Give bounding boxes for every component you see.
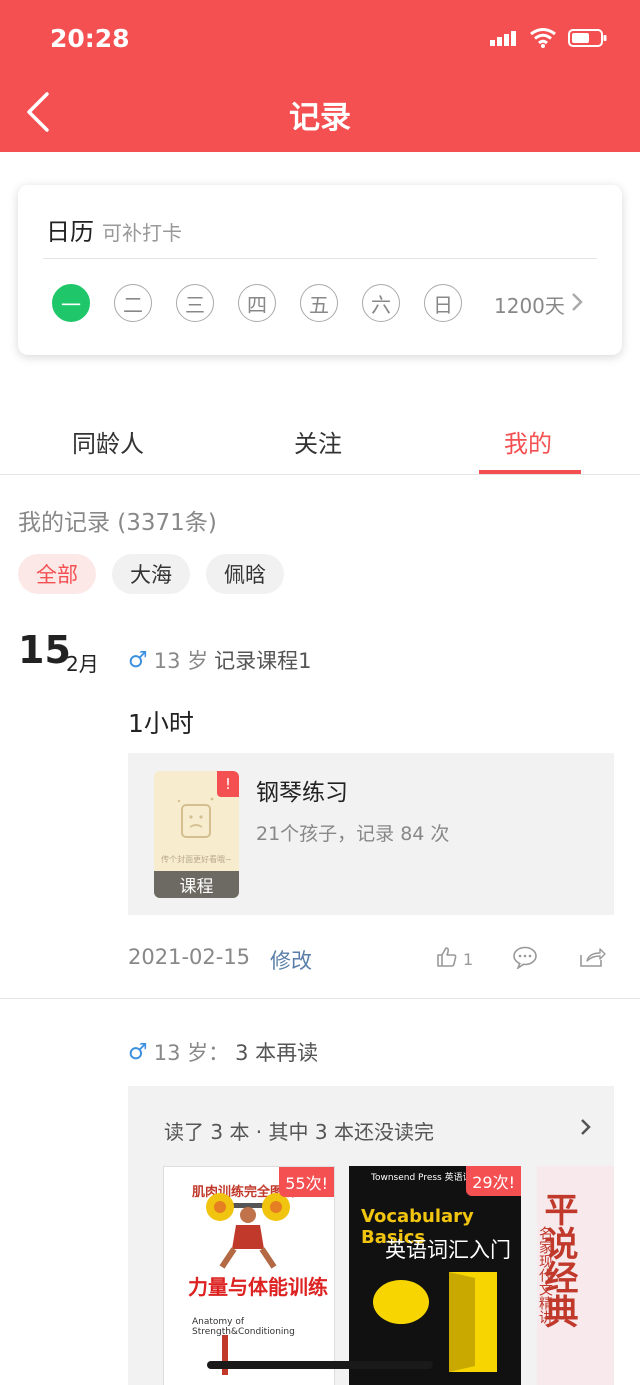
filter-dahai[interactable]: 大海 xyxy=(112,554,190,594)
record2-meta: ♂ 13 岁： 3 本再读 xyxy=(128,1037,318,1067)
course-stats: 21个孩子，记录 84 次 xyxy=(256,823,450,845)
streak-link[interactable]: 1200天 xyxy=(494,290,583,319)
day-sun[interactable]: 日 xyxy=(424,284,462,322)
record-age: 13 岁 xyxy=(153,649,209,673)
app-header: 20:28 记录 xyxy=(0,0,640,152)
book1-title: 力量与体能训练 xyxy=(188,1275,328,1299)
cover-alert-badge: ! xyxy=(217,771,239,797)
male-icon: ♂ xyxy=(128,1039,148,1065)
calendar-divider xyxy=(43,258,597,259)
record-day: 15 xyxy=(18,628,71,672)
day-sat[interactable]: 六 xyxy=(362,284,400,322)
tab-following[interactable]: 关注 xyxy=(294,424,342,459)
record-duration: 1小时 xyxy=(128,709,194,738)
male-icon: ♂ xyxy=(128,647,148,673)
course-card[interactable]: ! 传个封面更好看哦~ 课程 钢琴练习 21个孩子，记录 84 次 xyxy=(128,753,614,915)
status-time: 20:28 xyxy=(50,24,130,53)
status-icons xyxy=(490,28,608,52)
day-wed[interactable]: 三 xyxy=(176,284,214,322)
streak-count: 1200天 xyxy=(494,294,565,318)
battery-icon xyxy=(568,28,608,52)
thumbs-up-icon xyxy=(435,945,459,973)
tab-divider xyxy=(0,474,640,475)
wifi-icon xyxy=(530,28,556,52)
day-tue[interactable]: 二 xyxy=(114,284,152,322)
record-separator xyxy=(0,998,640,999)
chevron-right-icon xyxy=(571,292,583,317)
comment-icon xyxy=(513,946,537,971)
record2-activity: 3 本再读 xyxy=(235,1041,319,1065)
tab-mine[interactable]: 我的 xyxy=(504,424,552,459)
records-title: 我的记录 (3371条) xyxy=(18,510,217,536)
weekday-row: 一 二 三 四 五 六 日 xyxy=(52,284,462,322)
day-fri[interactable]: 五 xyxy=(300,284,338,322)
reading-card[interactable]: 读了 3 本 · 其中 3 本还没读完 肌肉训练完全图解 力量与体能训练 Ana… xyxy=(128,1086,614,1385)
book-cover-classics[interactable]: 平说经典 名家现代文精讲 xyxy=(537,1166,614,1385)
tab-bar: 同龄人 关注 我的 xyxy=(0,410,640,474)
share-icon xyxy=(580,948,606,967)
record-date: 2021-02-15 xyxy=(128,945,251,969)
day-mon[interactable]: 一 xyxy=(52,284,90,322)
record2-age: 13 岁： xyxy=(153,1041,230,1065)
door-illustration xyxy=(373,1272,497,1372)
filter-peihan[interactable]: 佩晗 xyxy=(206,554,284,594)
record-activity: 记录课程1 xyxy=(214,649,312,673)
edit-button[interactable]: 修改 xyxy=(270,945,312,975)
like-count: 1 xyxy=(463,949,474,969)
calendar-card[interactable]: 日历 可补打卡 一 二 三 四 五 六 日 1200天 xyxy=(18,185,622,355)
like-button[interactable]: 1 xyxy=(435,945,473,973)
book1-subtitle: Anatomy of Strength&Conditioning xyxy=(192,1317,295,1337)
book3-subtitle: 名家现代文精讲 xyxy=(537,1226,553,1324)
page-title: 记录 xyxy=(289,100,351,136)
signal-icon xyxy=(490,29,518,51)
record-meta: ♂ 13 岁 记录课程1 xyxy=(128,645,312,675)
comment-button[interactable] xyxy=(512,945,538,973)
filter-chips: 全部 大海 佩晗 xyxy=(18,554,284,594)
book2-count-badge: 29次! xyxy=(466,1166,521,1196)
tab-peers[interactable]: 同龄人 xyxy=(72,424,144,459)
home-indicator xyxy=(207,1361,433,1369)
calendar-title: 日历 xyxy=(46,218,94,246)
cover-label: 课程 xyxy=(154,871,239,898)
share-button[interactable] xyxy=(578,945,606,973)
course-name: 钢琴练习 xyxy=(256,780,348,806)
book-cover-vocabulary[interactable]: Townsend Press 英语词汇学 Vocabulary Basics 英… xyxy=(349,1166,521,1385)
day-thu[interactable]: 四 xyxy=(238,284,276,322)
filter-all[interactable]: 全部 xyxy=(18,554,96,594)
book-cover-strength[interactable]: 肌肉训练完全图解 力量与体能训练 Anatomy of Strength&Con… xyxy=(163,1166,335,1385)
calendar-subtitle: 可补打卡 xyxy=(102,221,182,245)
cover-caption: 传个封面更好看哦~ xyxy=(161,855,232,864)
course-cover[interactable]: ! 传个封面更好看哦~ 课程 xyxy=(154,771,239,898)
book1-count-badge: 55次! xyxy=(279,1167,334,1197)
record-month: 2月 xyxy=(66,652,99,676)
chevron-right-icon xyxy=(580,1118,592,1140)
reading-summary: 读了 3 本 · 其中 3 本还没读完 xyxy=(164,1120,434,1144)
